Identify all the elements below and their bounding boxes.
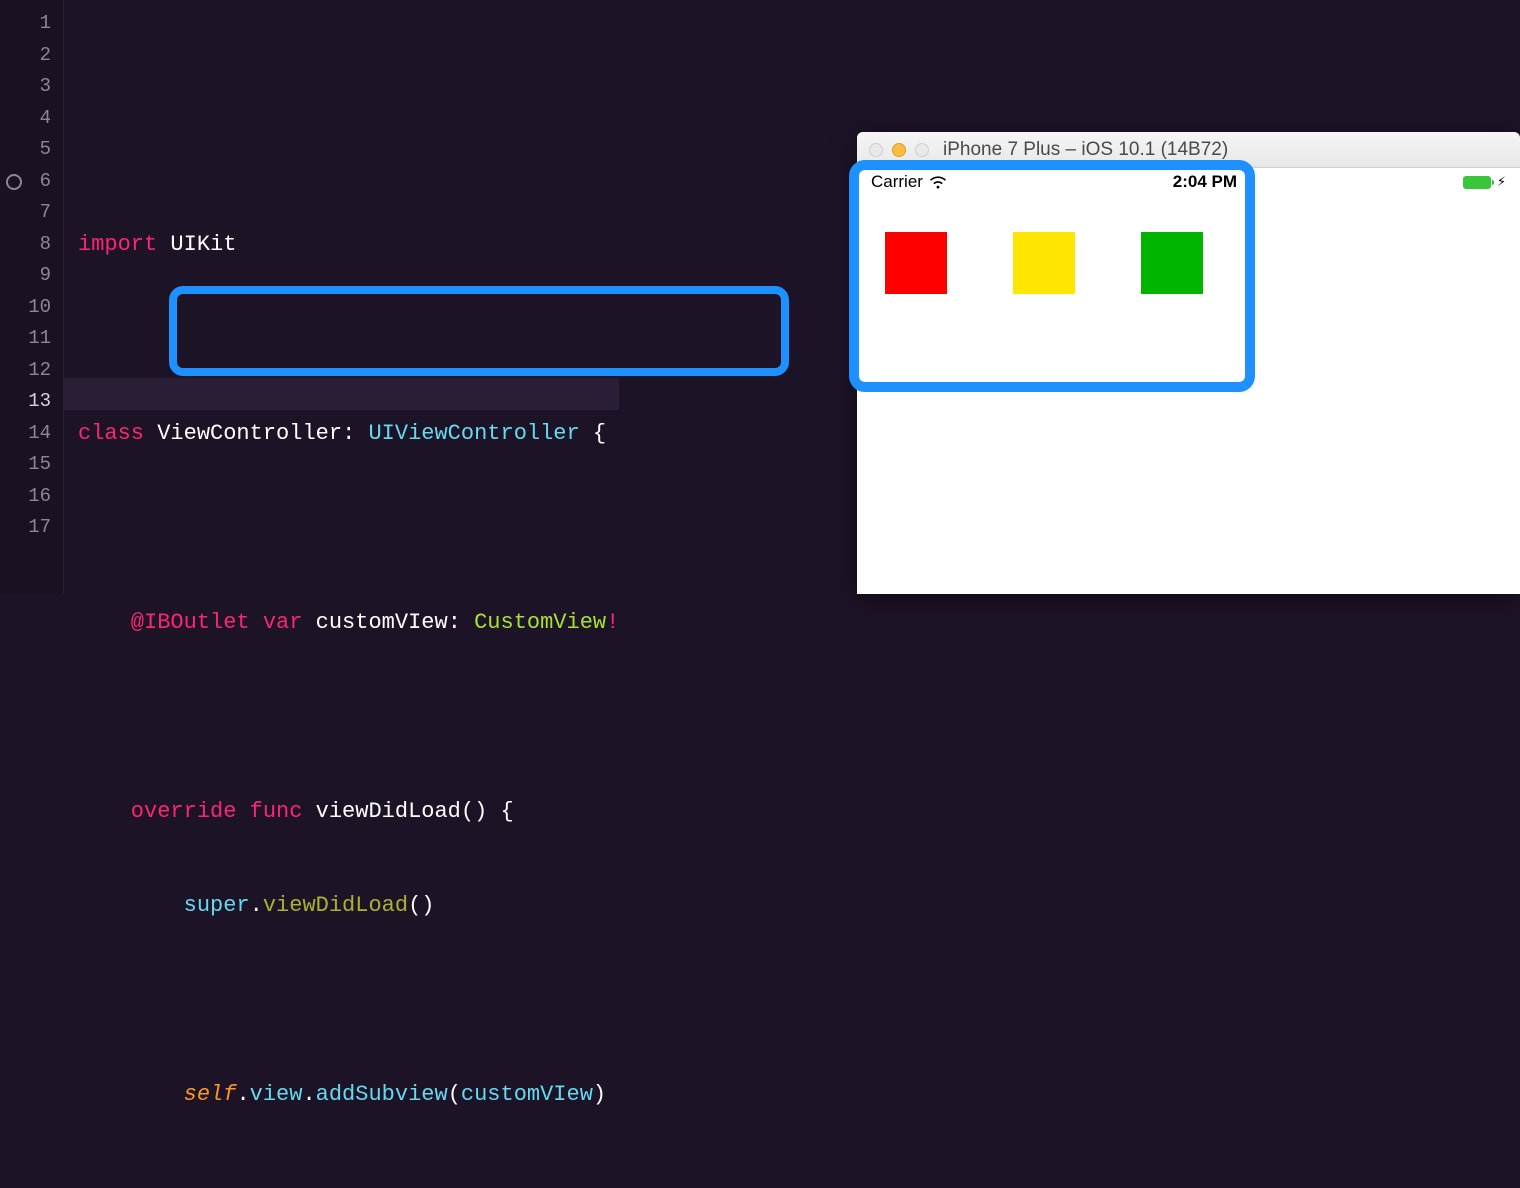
statusbar-time: 2:04 PM: [1173, 172, 1237, 192]
code-line: [78, 985, 619, 1017]
line-number: 8: [0, 229, 51, 261]
ios-statusbar: Carrier 2:04 PM ⚡︎: [857, 168, 1520, 196]
gutter: 1 2 3 4 5 6 7 8 9 10 11 12 13 14 15 16 1…: [0, 0, 64, 594]
close-dot-icon[interactable]: [869, 143, 883, 157]
code-line: override func viewDidLoad() {: [78, 796, 619, 828]
code-line: [78, 701, 619, 733]
code-line: @IBOutlet var customVIew: CustomView!: [78, 607, 619, 639]
line-number: 5: [0, 134, 51, 166]
line-number: 3: [0, 71, 51, 103]
line-number: 2: [0, 40, 51, 72]
breakpoint-indicator-icon[interactable]: [6, 174, 22, 190]
line-number: 7: [0, 197, 51, 229]
code-line: super.viewDidLoad(): [78, 890, 619, 922]
code-area[interactable]: import UIKit class ViewController: UIVie…: [64, 0, 619, 594]
line-number: 14: [0, 418, 51, 450]
charging-icon: ⚡︎: [1497, 174, 1506, 190]
code-line: [78, 1174, 619, 1188]
color-square-yellow: [1013, 232, 1075, 294]
code-line: class ViewController: UIViewController {: [78, 418, 619, 450]
custom-view: [885, 232, 1520, 294]
line-number: 13: [0, 386, 51, 418]
line-number: 9: [0, 260, 51, 292]
line-number: 10: [0, 292, 51, 324]
code-line: [78, 134, 619, 166]
traffic-lights: [869, 143, 929, 157]
simulator-title: iPhone 7 Plus – iOS 10.1 (14B72): [943, 139, 1228, 161]
battery-icon: [1463, 176, 1491, 189]
carrier-label: Carrier: [871, 172, 923, 192]
simulator-screen[interactable]: Carrier 2:04 PM ⚡︎: [857, 168, 1520, 594]
zoom-dot-icon[interactable]: [915, 143, 929, 157]
simulator-titlebar[interactable]: iPhone 7 Plus – iOS 10.1 (14B72): [857, 132, 1520, 168]
code-line: import UIKit: [78, 229, 619, 261]
wifi-icon: [929, 175, 947, 189]
line-number: 1: [0, 8, 51, 40]
line-number: 12: [0, 355, 51, 387]
line-number: 4: [0, 103, 51, 135]
minimize-dot-icon[interactable]: [892, 143, 906, 157]
color-square-red: [885, 232, 947, 294]
color-square-green: [1141, 232, 1203, 294]
line-number: 15: [0, 449, 51, 481]
line-number: 17: [0, 512, 51, 544]
line-number: 16: [0, 481, 51, 513]
code-line: [78, 512, 619, 544]
line-number: 11: [0, 323, 51, 355]
current-line-highlight: [64, 378, 619, 410]
code-line: self.view.addSubview(customVIew): [78, 1079, 619, 1111]
annotation-highlight: [169, 286, 789, 376]
simulator-window[interactable]: iPhone 7 Plus – iOS 10.1 (14B72) Carrier…: [857, 132, 1520, 594]
